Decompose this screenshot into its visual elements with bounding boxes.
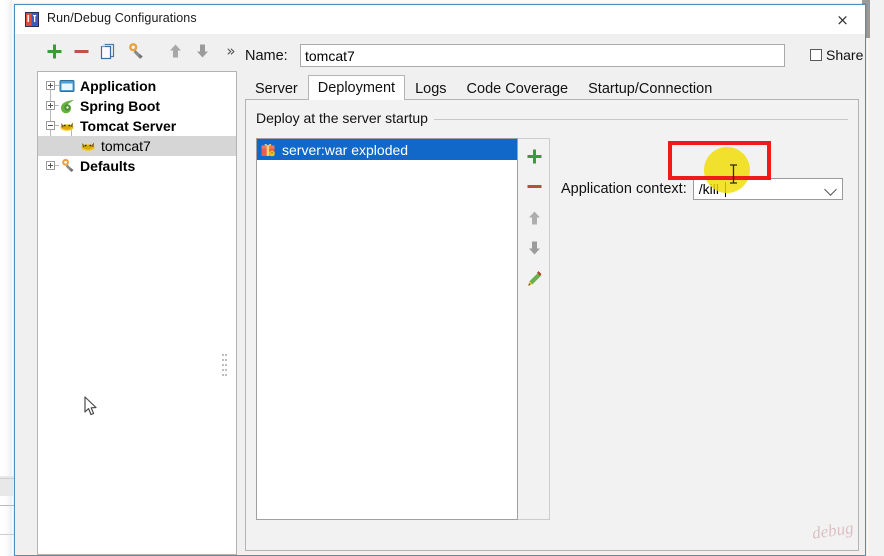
tree-item-label: Tomcat Server	[80, 118, 177, 134]
arrow-down-icon	[196, 44, 208, 58]
list-item-label: server:war exploded	[282, 141, 409, 158]
tab-code-coverage[interactable]: Code Coverage	[457, 77, 579, 100]
panel-splitter[interactable]	[222, 352, 227, 380]
plus-icon	[527, 149, 541, 163]
application-icon	[59, 80, 75, 92]
tree-item-defaults[interactable]: Defaults	[38, 156, 236, 176]
application-context-combobox[interactable]: /kill	[692, 178, 843, 200]
add-artifact-button[interactable]	[521, 143, 547, 169]
background-right-pane	[868, 0, 884, 556]
artifact-list-toolbar	[518, 138, 550, 520]
edit-templates-button[interactable]	[122, 38, 148, 64]
chevron-double-right-icon: »	[226, 42, 236, 60]
background-left-strip	[0, 0, 12, 556]
arrow-up-icon	[528, 211, 540, 225]
tree-item-tomcat7[interactable]: tomcat7	[38, 136, 236, 156]
tree-item-tomcat-server[interactable]: Tomcat Server	[38, 116, 236, 136]
minus-icon	[527, 184, 541, 188]
configurations-tree[interactable]: Application Spring Boot Tomcat Server to…	[37, 71, 237, 555]
tree-item-application[interactable]: Application	[38, 76, 236, 96]
deploy-group-title: Deploy at the server startup	[256, 110, 434, 126]
tab-deployment[interactable]: Deployment	[307, 75, 406, 100]
background-grey-band	[0, 476, 13, 496]
arrow-down-icon	[528, 241, 540, 255]
tree-item-spring-boot[interactable]: Spring Boot	[38, 96, 236, 116]
tree-item-label: Application	[80, 78, 157, 94]
move-artifact-down-button[interactable]	[521, 235, 547, 261]
close-icon[interactable]: ×	[820, 5, 865, 34]
expand-toggle-icon[interactable]	[46, 81, 55, 90]
application-context-row: Application context: /kill	[561, 178, 843, 200]
configuration-name-input[interactable]	[300, 44, 785, 67]
plus-icon	[47, 44, 61, 58]
remove-configuration-button[interactable]	[68, 38, 94, 64]
expand-toggle-icon[interactable]	[46, 161, 55, 170]
tree-item-label: Defaults	[80, 158, 136, 174]
tree-item-label: Spring Boot	[80, 98, 161, 114]
wrench-icon	[62, 158, 74, 173]
dialog-titlebar: Run/Debug Configurations ×	[15, 5, 865, 35]
add-configuration-button[interactable]	[41, 38, 67, 64]
edit-artifact-button[interactable]	[521, 266, 547, 292]
copy-icon	[100, 43, 115, 60]
configuration-editor: Server Deployment Logs Code Coverage Sta…	[245, 75, 859, 555]
tree-item-label: tomcat7	[101, 138, 151, 154]
intellij-idea-icon	[25, 12, 39, 27]
artifact-icon	[261, 143, 275, 156]
dialog-title: Run/Debug Configurations	[47, 11, 197, 25]
move-artifact-up-button[interactable]	[521, 205, 547, 231]
share-checkbox-box[interactable]	[810, 49, 822, 61]
spring-boot-icon	[60, 100, 74, 114]
share-label: Share	[826, 47, 864, 63]
deploy-group-divider	[426, 119, 848, 120]
more-actions-button[interactable]: »	[218, 38, 244, 64]
arrow-up-icon	[169, 44, 181, 58]
share-checkbox[interactable]: Share	[810, 47, 863, 63]
application-context-value: /kill	[698, 181, 719, 197]
text-caret	[724, 182, 726, 197]
name-label: Name:	[245, 48, 288, 64]
collapse-toggle-icon[interactable]	[46, 121, 55, 130]
tomcat-icon	[60, 122, 74, 131]
move-up-button[interactable]	[162, 38, 188, 64]
remove-artifact-button[interactable]	[521, 173, 547, 199]
tab-bar: Server Deployment Logs Code Coverage Sta…	[245, 75, 722, 100]
tomcat-icon	[81, 142, 95, 151]
deployment-tab-panel: Deploy at the server startup server:war …	[245, 99, 859, 551]
deployment-artifacts-list[interactable]: server:war exploded	[256, 138, 518, 520]
tab-startup-connection[interactable]: Startup/Connection	[578, 77, 722, 100]
tab-logs[interactable]: Logs	[405, 77, 456, 100]
tab-server[interactable]: Server	[245, 77, 308, 100]
list-item[interactable]: server:war exploded	[257, 139, 517, 160]
wrench-icon	[128, 43, 143, 59]
move-down-button[interactable]	[189, 38, 215, 64]
chevron-down-icon[interactable]	[823, 183, 837, 196]
minus-icon	[74, 49, 88, 53]
application-context-label: Application context:	[561, 181, 687, 197]
expand-toggle-icon[interactable]	[46, 101, 55, 110]
pencil-icon	[527, 270, 541, 286]
copy-configuration-button[interactable]	[95, 38, 121, 64]
run-debug-configurations-dialog: Run/Debug Configurations × » Name: tomca…	[14, 4, 866, 556]
